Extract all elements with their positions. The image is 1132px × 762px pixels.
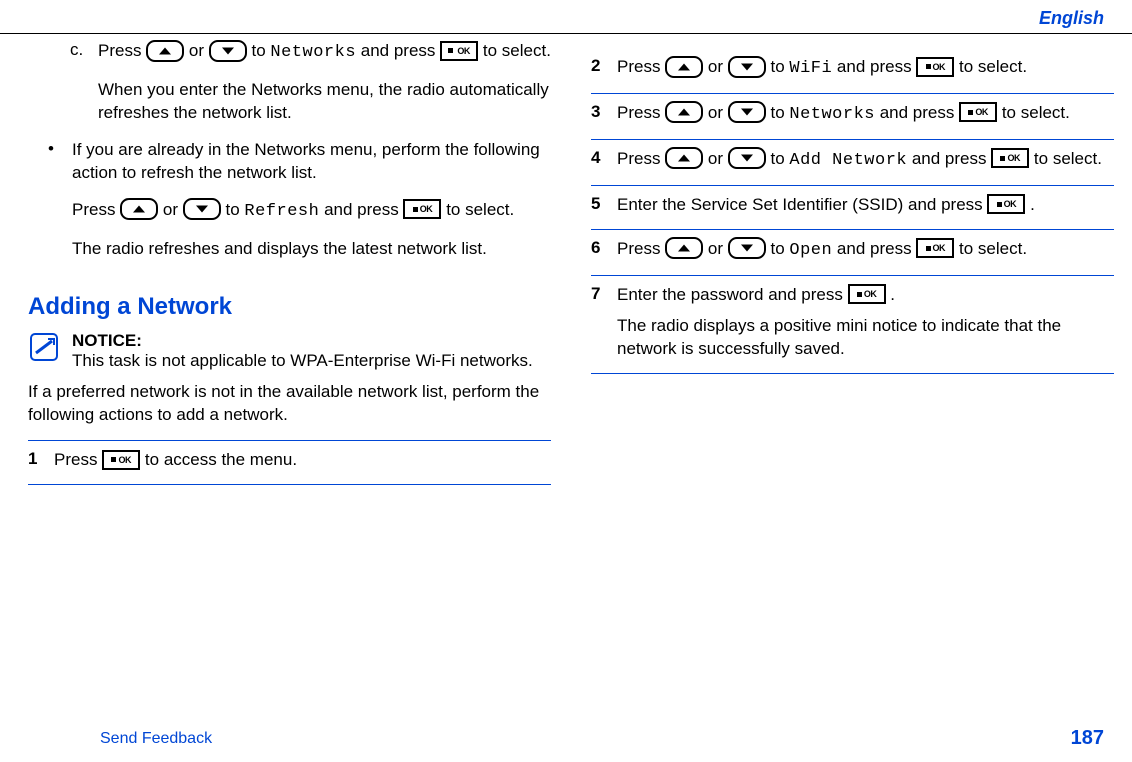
step-text: Press or to Open and press OK to select. [617, 238, 1114, 263]
step-text: Enter the Service Set Identifier (SSID) … [617, 194, 1114, 217]
down-arrow-icon [209, 40, 247, 62]
text: to [252, 41, 271, 60]
step-number: 2 [591, 56, 617, 85]
ok-button-icon: OK [440, 41, 478, 61]
substep-marker: c. [70, 40, 98, 139]
text: or [163, 200, 183, 219]
up-arrow-icon [665, 147, 703, 169]
ok-button-icon: OK [916, 57, 954, 77]
notice-text: NOTICE: This task is not applicable to W… [72, 331, 551, 371]
menu-item: Networks [789, 105, 875, 124]
text: Press [72, 200, 120, 219]
down-arrow-icon [728, 147, 766, 169]
step-3: 3Press or to Networks and press OK to se… [591, 94, 1114, 140]
up-arrow-icon [146, 40, 184, 62]
step-2: 2Press or to WiFi and press OK to select… [591, 48, 1114, 94]
down-arrow-icon [183, 198, 221, 220]
text: or [189, 41, 209, 60]
notice-label: NOTICE: [72, 331, 142, 350]
bullet-press-line: Press or to Refresh and press OK to sele… [72, 199, 551, 224]
ok-button-icon: OK [848, 284, 886, 304]
section-heading: Adding a Network [28, 293, 551, 321]
step-text: Press OK to access the menu. [54, 449, 551, 472]
menu-item: WiFi [789, 59, 832, 78]
step-text: Press or to Add Network and press OK to … [617, 148, 1114, 173]
step-text: Press or to Networks and press OK to sel… [617, 102, 1114, 127]
bullet-text: If you are already in the Networks menu,… [72, 139, 551, 185]
step-number: 7 [591, 284, 617, 365]
menu-item: Add Network [789, 151, 907, 170]
down-arrow-icon [728, 237, 766, 259]
up-arrow-icon [665, 237, 703, 259]
page-header: English [0, 0, 1132, 34]
intro-paragraph: If a preferred network is not in the ava… [28, 381, 551, 427]
step-body: Press or to WiFi and press OK to select. [617, 56, 1114, 85]
bullet-result: The radio refreshes and displays the lat… [72, 238, 551, 261]
step-body: Enter the Service Set Identifier (SSID) … [617, 194, 1114, 221]
text: and press [361, 41, 440, 60]
step-number: 1 [28, 449, 54, 476]
ok-button-icon: OK [916, 238, 954, 258]
substep-line1: Press or to Networks and press OK to sel… [98, 40, 551, 65]
step-number: 3 [591, 102, 617, 131]
substep-c: c. Press or to Networks and press OK to … [70, 40, 551, 139]
text: to select. [446, 200, 514, 219]
menu-item: Networks [270, 43, 356, 62]
step-5: 5Enter the Service Set Identifier (SSID)… [591, 186, 1114, 230]
step-text: Enter the password and press OK . [617, 284, 1114, 307]
ok-button-icon: OK [987, 194, 1025, 214]
up-arrow-icon [120, 198, 158, 220]
steps-left: 1 Press OK to access the menu. [28, 440, 551, 485]
text: Press [98, 41, 146, 60]
step-4: 4Press or to Add Network and press OK to… [591, 140, 1114, 186]
content-columns: c. Press or to Networks and press OK to … [0, 34, 1132, 485]
right-column: 2Press or to WiFi and press OK to select… [581, 40, 1114, 485]
page-footer: Send Feedback 187 [0, 727, 1132, 750]
ok-button-icon: OK [102, 450, 140, 470]
ok-button-icon: OK [403, 199, 441, 219]
notice-block: NOTICE: This task is not applicable to W… [28, 331, 551, 371]
text: and press [324, 200, 403, 219]
down-arrow-icon [728, 56, 766, 78]
bullet-marker: • [48, 139, 72, 275]
bullet-body: If you are already in the Networks menu,… [72, 139, 551, 275]
step-1: 1 Press OK to access the menu. [28, 440, 551, 485]
text: to access the menu. [145, 450, 297, 469]
step-text: Press or to WiFi and press OK to select. [617, 56, 1114, 81]
left-column: c. Press or to Networks and press OK to … [18, 40, 551, 485]
step-number: 4 [591, 148, 617, 177]
bullet-item: • If you are already in the Networks men… [48, 139, 551, 275]
send-feedback-link[interactable]: Send Feedback [100, 730, 212, 748]
step-body: Enter the password and press OK . The rad… [617, 284, 1114, 365]
language-label: English [1039, 8, 1104, 28]
menu-item: Open [789, 241, 832, 260]
ok-button-icon: OK [959, 102, 997, 122]
step-body: Press OK to access the menu. [54, 449, 551, 476]
page-number: 187 [1071, 727, 1104, 750]
substep-body: Press or to Networks and press OK to sel… [98, 40, 551, 139]
notice-body: This task is not applicable to WPA-Enter… [72, 351, 533, 370]
step-6: 6Press or to Open and press OK to select… [591, 230, 1114, 276]
menu-item: Refresh [244, 202, 319, 221]
text: Press [54, 450, 102, 469]
down-arrow-icon [728, 101, 766, 123]
ok-button-icon: OK [991, 148, 1029, 168]
step-extra: The radio displays a positive mini notic… [617, 315, 1114, 361]
up-arrow-icon [665, 56, 703, 78]
step-number: 5 [591, 194, 617, 221]
substep-line2: When you enter the Networks menu, the ra… [98, 79, 551, 125]
step-number: 6 [591, 238, 617, 267]
step-body: Press or to Add Network and press OK to … [617, 148, 1114, 177]
steps-right: 2Press or to WiFi and press OK to select… [591, 48, 1114, 374]
up-arrow-icon [665, 101, 703, 123]
step-body: Press or to Networks and press OK to sel… [617, 102, 1114, 131]
notice-icon [28, 331, 60, 363]
step-7: 7Enter the password and press OK . The ra… [591, 276, 1114, 374]
step-body: Press or to Open and press OK to select. [617, 238, 1114, 267]
text: to select. [483, 41, 551, 60]
text: to [226, 200, 245, 219]
